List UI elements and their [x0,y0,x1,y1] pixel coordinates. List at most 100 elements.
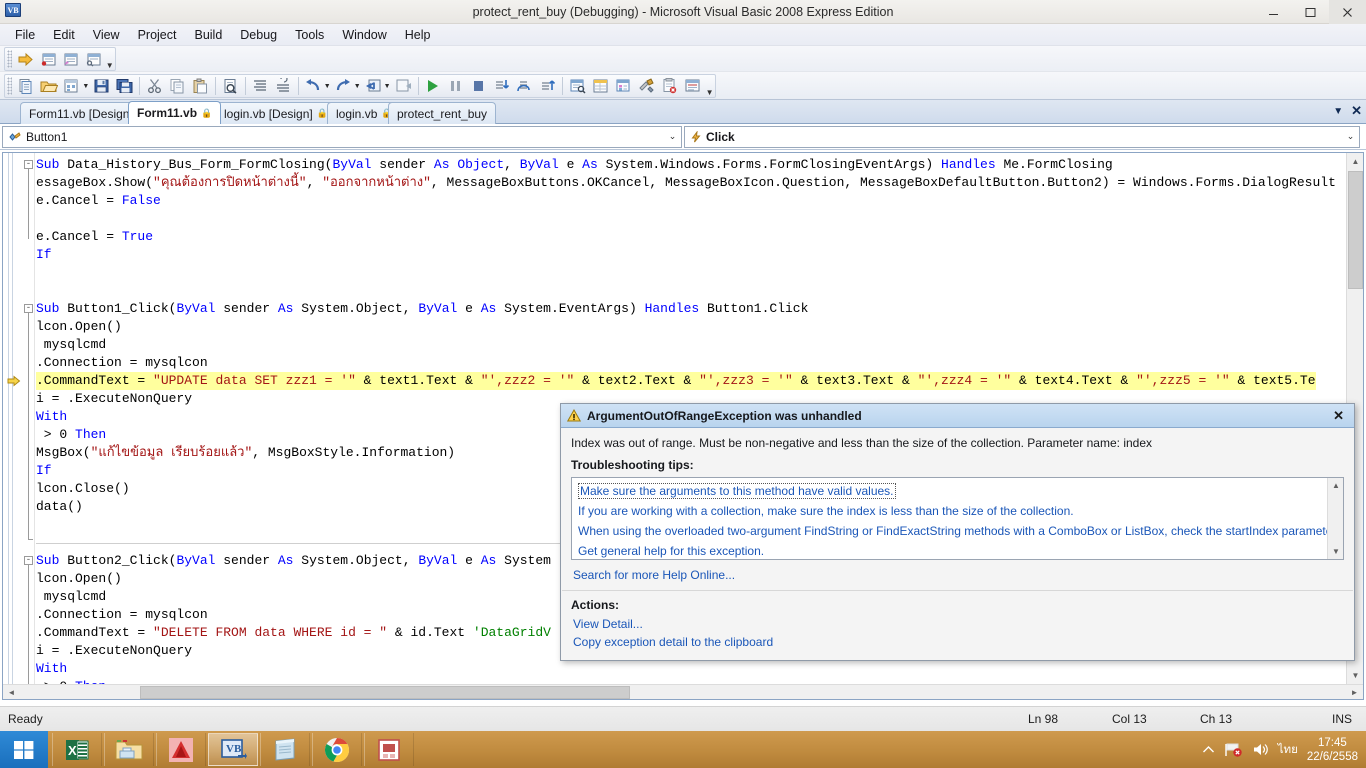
taskbar-item-powerpoint[interactable] [364,733,414,766]
navigate-forward-icon[interactable] [393,75,414,97]
scroll-right-button[interactable]: ► [1346,685,1363,700]
tips-scrollbar[interactable]: ▲ ▼ [1327,478,1343,559]
copy-exception-detail-link[interactable]: Copy exception detail to the clipboard [561,633,1354,651]
step-into-icon[interactable] [15,48,36,70]
tip-item[interactable]: If you are working with a collection, ma… [576,501,1323,521]
properties-window-icon[interactable] [590,75,611,97]
copy-icon[interactable] [167,75,188,97]
fold-toggle[interactable]: - [24,556,33,565]
menu-edit[interactable]: Edit [44,26,84,44]
stop-debugging-icon[interactable] [468,75,489,97]
add-new-item-icon[interactable] [61,75,82,97]
chevron-down-icon[interactable]: ▼ [82,83,89,90]
save-all-icon[interactable] [114,75,135,97]
menu-debug[interactable]: Debug [231,26,286,44]
troubleshooting-tips-list[interactable]: Make sure the arguments to this method h… [571,477,1344,560]
show-hidden-icons-button[interactable] [1202,745,1215,755]
taskbar-item-excel[interactable]: X [52,733,102,766]
document-tab-protect-rent-buy[interactable]: protect_rent_buy [388,102,496,124]
tip-item[interactable]: Get general help for this exception. [576,541,1323,560]
toolbar-overflow-button[interactable]: ▼ [104,48,115,70]
horizontal-scroll-track[interactable] [20,685,1346,700]
member-combobox[interactable]: Click ⌄ [684,126,1360,148]
menu-tools[interactable]: Tools [286,26,333,44]
cut-icon[interactable] [144,75,165,97]
network-icon[interactable] [1224,742,1243,758]
immediate-window-icon[interactable] [83,48,104,70]
taskbar-item-autocad[interactable] [156,733,206,766]
toolbar-grip[interactable] [7,50,12,68]
object-browser-icon[interactable] [613,75,634,97]
chevron-down-icon[interactable]: ⌄ [1342,131,1359,142]
step-over-icon[interactable] [514,75,535,97]
maximize-button[interactable] [1292,0,1329,24]
undo-icon[interactable] [303,75,324,97]
navigate-backward-icon[interactable] [363,75,384,97]
minimize-button[interactable] [1255,0,1292,24]
vertical-scroll-thumb[interactable] [1348,171,1363,289]
output-window-icon[interactable] [682,75,703,97]
scroll-up-button[interactable]: ▲ [1347,153,1364,170]
menu-build[interactable]: Build [185,26,231,44]
menu-project[interactable]: Project [129,26,186,44]
close-icon[interactable]: ✕ [1351,103,1362,119]
save-icon[interactable] [91,75,112,97]
exception-close-button[interactable]: ✕ [1329,408,1348,424]
paste-icon[interactable] [190,75,211,97]
taskbar-item-notepad[interactable] [260,733,310,766]
toolbox-icon[interactable] [636,75,657,97]
toolbar-overflow-button[interactable]: ▼ [704,75,715,97]
error-list-icon[interactable] [659,75,680,97]
tip-item[interactable]: When using the overloaded two-argument F… [576,521,1323,541]
view-detail-link[interactable]: View Detail... [561,615,1354,633]
chevron-down-icon[interactable]: ▼ [1333,106,1343,117]
scroll-down-button[interactable]: ▼ [1347,667,1364,684]
language-indicator[interactable]: ไทย [1278,741,1298,759]
open-file-icon[interactable] [38,75,59,97]
start-button[interactable] [0,731,48,768]
chevron-down-icon[interactable]: ⌄ [664,131,681,142]
taskbar-item-chrome[interactable] [312,733,362,766]
break-all-icon[interactable] [445,75,466,97]
watch-window-icon[interactable] [60,48,81,70]
outlining-margin[interactable]: - - - [23,153,35,684]
tip-link[interactable]: Make sure the arguments to this method h… [578,483,896,499]
fold-toggle[interactable]: - [24,304,33,313]
taskbar-item-explorer[interactable] [104,733,154,766]
menu-window[interactable]: Window [333,26,395,44]
step-out-icon[interactable] [537,75,558,97]
search-help-online-link[interactable]: Search for more Help Online... [561,560,1354,590]
document-tab-login-design[interactable]: login.vb [Design] 🔒 [215,102,337,124]
document-tab-form11-code[interactable]: Form11.vb 🔒 [128,101,221,124]
menu-file[interactable]: File [6,26,44,44]
taskbar-item-visualbasic[interactable]: VB [208,733,258,766]
editor-horizontal-scrollbar[interactable]: ◄ ► [3,684,1363,699]
chevron-down-icon[interactable]: ▼ [384,83,391,90]
menu-view[interactable]: View [84,26,129,44]
indicator-margin[interactable] [3,153,23,684]
class-combobox[interactable]: Button1 ⌄ [2,126,682,148]
fold-toggle[interactable]: - [24,160,33,169]
tip-item[interactable]: Make sure the arguments to this method h… [576,481,1323,501]
new-project-icon[interactable] [15,75,36,97]
scroll-left-button[interactable]: ◄ [3,685,20,700]
uncomment-icon[interactable] [273,75,294,97]
redo-icon[interactable] [333,75,354,97]
find-icon[interactable] [220,75,241,97]
start-debugging-icon[interactable] [422,75,443,97]
menu-help[interactable]: Help [396,26,440,44]
toolbar-grip[interactable] [7,77,12,95]
close-button[interactable] [1329,0,1366,24]
chevron-down-icon[interactable]: ▼ [354,83,361,90]
chevron-down-icon[interactable]: ▼ [324,83,331,90]
horizontal-scroll-thumb[interactable] [140,686,630,699]
step-into-icon[interactable] [491,75,512,97]
clock[interactable]: 17:45 22/6/2558 [1307,736,1358,764]
comment-icon[interactable] [250,75,271,97]
solution-explorer-icon[interactable] [567,75,588,97]
tips-scroll-down-button[interactable]: ▼ [1328,544,1344,559]
exception-assistant-dialog[interactable]: ArgumentOutOfRangeException was unhandle… [560,403,1355,661]
breakpoint-window-icon[interactable] [38,48,59,70]
tips-scroll-up-button[interactable]: ▲ [1328,478,1344,493]
volume-icon[interactable] [1252,742,1269,757]
